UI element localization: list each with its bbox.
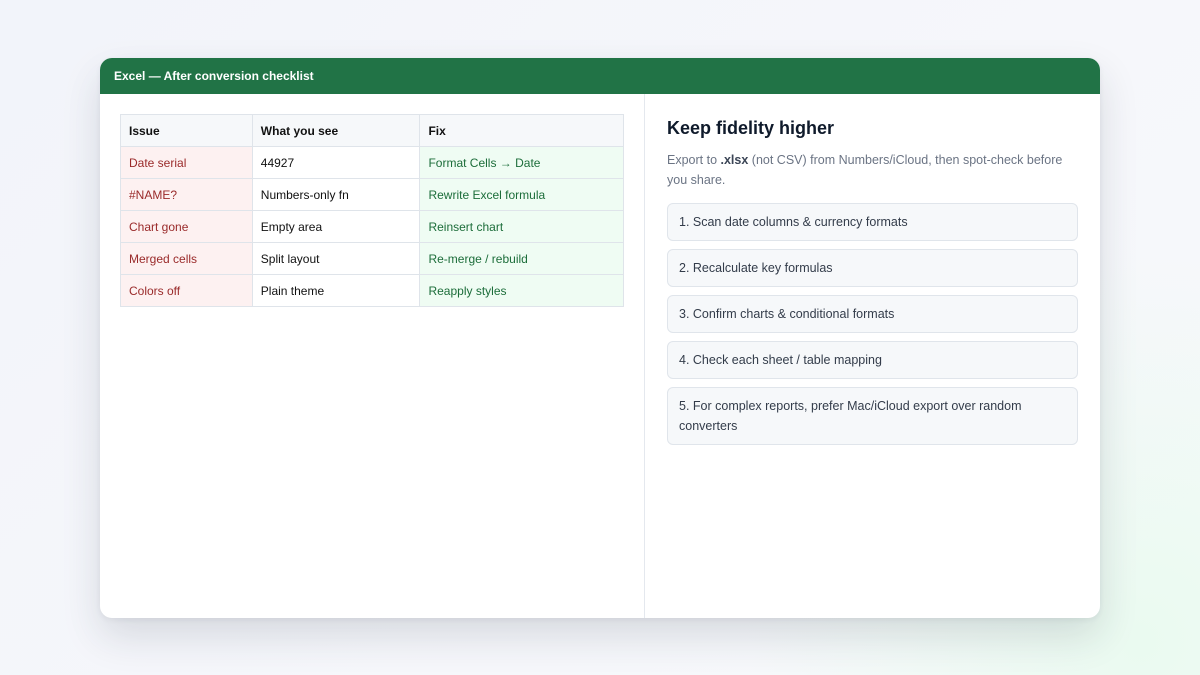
tips-heading: Keep fidelity higher [667, 118, 835, 138]
intro-prefix: Export to [667, 153, 721, 167]
issue-cell: Colors off [120, 274, 253, 307]
issue-cell: #NAME? [120, 178, 253, 211]
issue-cell: Date serial [120, 146, 253, 179]
fix-cell: Reapply styles [419, 274, 624, 307]
fix-cell: Reinsert chart [419, 210, 624, 243]
tips-pane: Keep fidelity higher Export to .xlsx (no… [645, 94, 1100, 618]
table-row: Colors off Plain theme Reapply styles [120, 274, 624, 307]
issues-pane: Issue What you see Fix Date serial 44927… [100, 94, 645, 618]
header-what-you-see: What you see [251, 114, 421, 147]
window-title: Excel — After conversion checklist [100, 58, 1100, 94]
issues-table: Issue What you see Fix Date serial 44927… [120, 114, 624, 307]
tips-intro: Export to .xlsx (not CSV) from Numbers/i… [667, 151, 1081, 190]
table-row: #NAME? Numbers-only fn Rewrite Excel for… [120, 178, 624, 211]
checklist-window: Excel — After conversion checklist Issue… [100, 58, 1100, 618]
step-item: 5. For complex reports, prefer Mac/iClou… [667, 387, 1078, 445]
symptom-cell: Split layout [251, 242, 421, 275]
fix-cell: Format Cells → Date [419, 146, 624, 179]
fix-cell: Rewrite Excel formula [419, 178, 624, 211]
table-row: Chart gone Empty area Reinsert chart [120, 210, 624, 243]
symptom-cell: Empty area [251, 210, 421, 243]
step-item: 3. Confirm charts & conditional formats [667, 295, 1078, 333]
fix-cell: Re-merge / rebuild [419, 242, 624, 275]
issue-cell: Chart gone [120, 210, 253, 243]
symptom-cell: Numbers-only fn [251, 178, 421, 211]
window-content: Issue What you see Fix Date serial 44927… [100, 94, 1100, 618]
header-fix: Fix [419, 114, 624, 147]
table-row: Merged cells Split layout Re-merge / reb… [120, 242, 624, 275]
step-item: 4. Check each sheet / table mapping [667, 341, 1078, 379]
step-item: 1. Scan date columns & currency formats [667, 203, 1078, 241]
symptom-cell: 44927 [251, 146, 421, 179]
header-issue: Issue [120, 114, 253, 147]
issue-cell: Merged cells [120, 242, 253, 275]
step-item: 2. Recalculate key formulas [667, 249, 1078, 287]
table-header-row: Issue What you see Fix [120, 114, 624, 147]
intro-format: .xlsx [720, 153, 749, 167]
symptom-cell: Plain theme [251, 274, 421, 307]
steps-list: 1. Scan date columns & currency formats … [667, 203, 1078, 453]
table-row: Date serial 44927 Format Cells → Date [120, 146, 624, 179]
